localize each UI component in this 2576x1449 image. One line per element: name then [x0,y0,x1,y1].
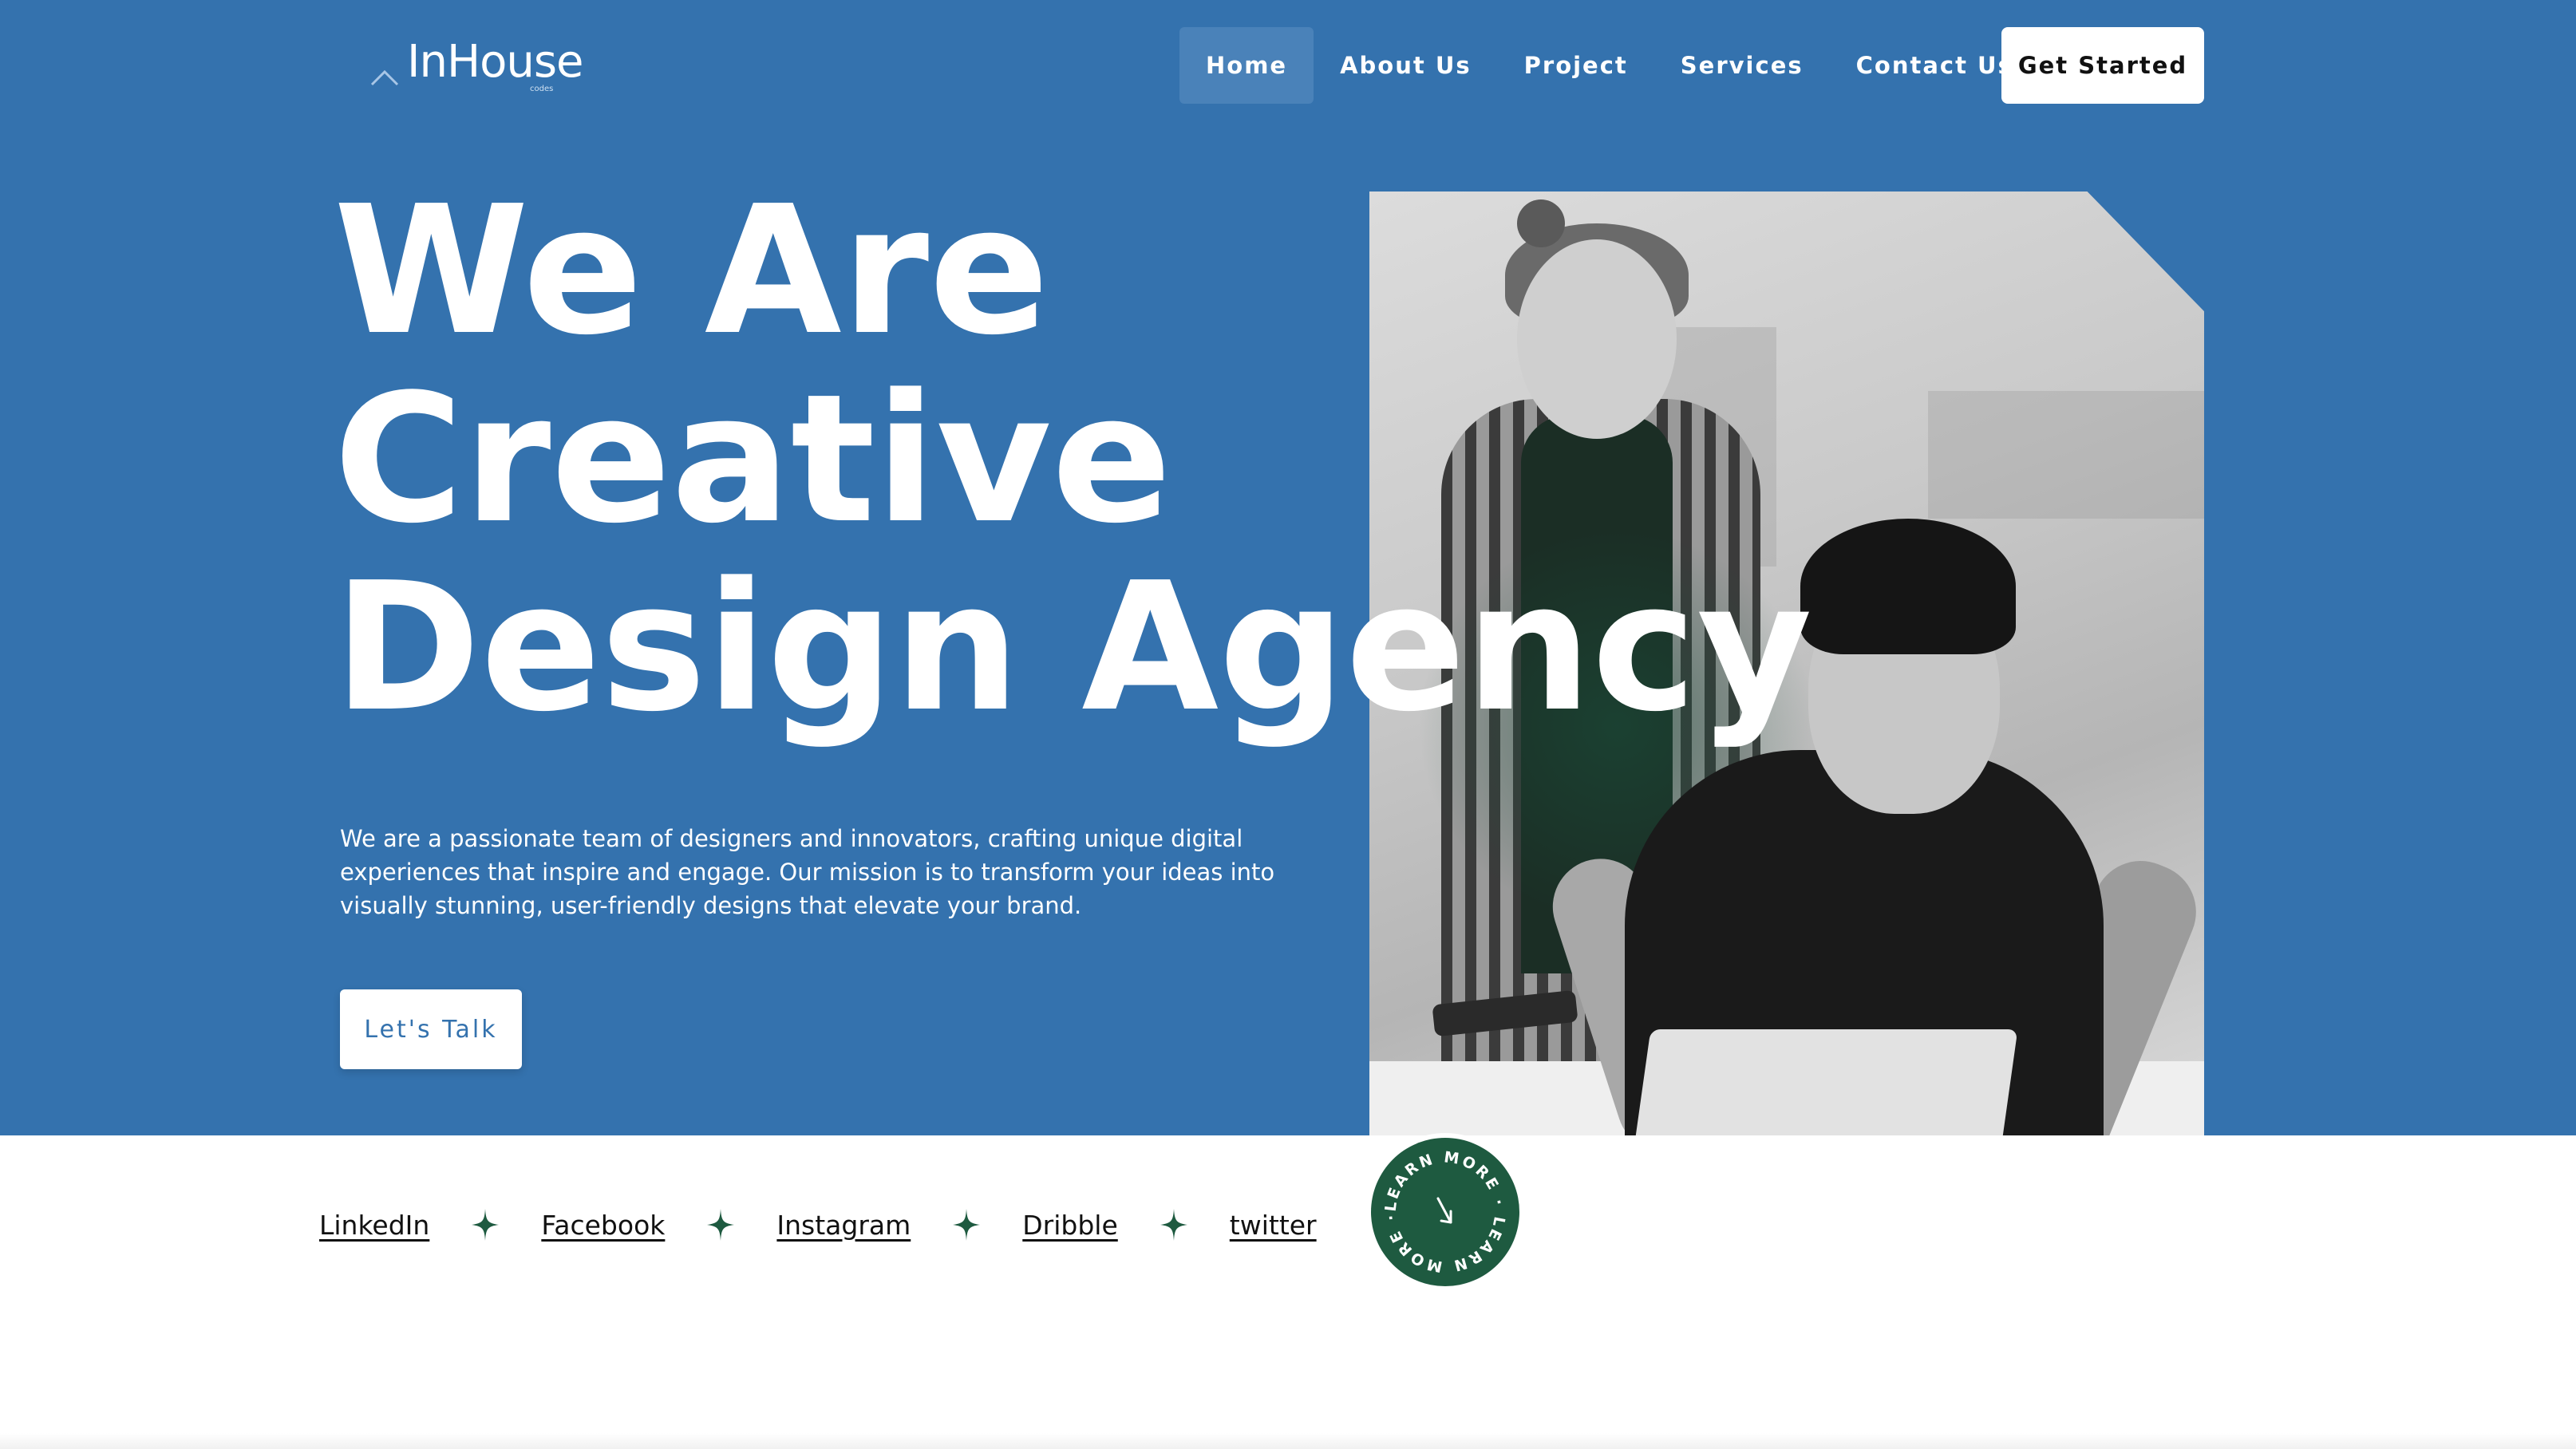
sparkle-icon [472,1209,500,1241]
lets-talk-button[interactable]: Let's Talk [340,989,522,1069]
social-link-twitter[interactable]: twitter [1230,1210,1317,1241]
logo-mark-icon [370,69,399,86]
sparkle-icon [707,1209,735,1241]
nav-services[interactable]: Services [1654,27,1830,104]
social-link-dribble[interactable]: Dribble [1022,1210,1118,1241]
nav-home[interactable]: Home [1179,27,1314,104]
headline-line-2: Creative [334,357,1172,563]
section-divider [0,1433,2576,1449]
social-link-facebook[interactable]: Facebook [541,1210,665,1241]
learn-more-badge[interactable]: LEARN MORE · LEARN MORE · [1366,1133,1524,1291]
headline-line-3: Design Agency [334,545,1812,751]
sparkle-icon [953,1209,981,1241]
social-links: LinkedIn Facebook Instagram Dribble twit… [319,1201,1317,1249]
logo-text: InHouse [407,36,583,88]
main-nav: Home About Us Project Services Contact U… [1179,27,2040,104]
social-link-linkedin[interactable]: LinkedIn [319,1210,429,1241]
get-started-button[interactable]: Get Started [2001,27,2204,104]
nav-project[interactable]: Project [1498,27,1654,104]
logo[interactable]: InHouse codes [370,37,583,97]
nav-about-us[interactable]: About Us [1314,27,1498,104]
hero-headline: We Are Creative Design Agency [334,177,1812,742]
social-link-instagram[interactable]: Instagram [776,1210,911,1241]
hero-section: InHouse codes Home About Us Project Serv… [0,0,2576,1135]
headline-line-1: We Are [334,168,1049,374]
hero-description: We are a passionate team of designers an… [340,825,1275,919]
logo-subtext: codes [530,85,554,93]
sparkle-icon [1160,1209,1187,1241]
